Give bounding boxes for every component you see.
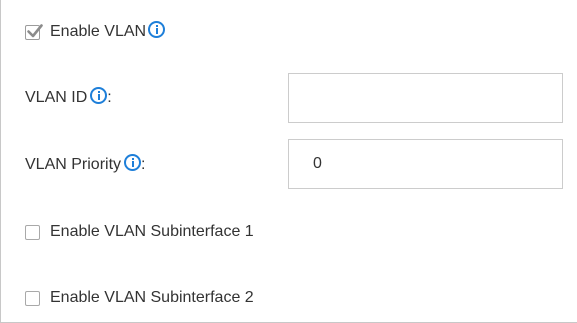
info-circle-icon[interactable] xyxy=(124,153,142,171)
enable-vlan-checkbox[interactable] xyxy=(25,23,43,40)
vlan-id-row: VLAN ID : xyxy=(25,86,112,108)
vlan-subinterface-2-row: Enable VLAN Subinterface 2 xyxy=(25,288,254,308)
vlan-subinterface-1-checkbox[interactable] xyxy=(25,224,40,240)
vlan-subinterface-1-row: Enable VLAN Subinterface 1 xyxy=(25,222,254,242)
enable-vlan-row: Enable VLAN xyxy=(25,20,166,42)
vlan-id-input[interactable] xyxy=(288,73,563,123)
check-icon xyxy=(27,23,43,37)
info-circle-icon[interactable] xyxy=(90,86,108,104)
vlan-id-label: VLAN ID xyxy=(25,89,88,106)
vlan-id-colon: : xyxy=(107,89,112,106)
vlan-subinterface-1-label: Enable VLAN Subinterface 1 xyxy=(50,223,254,240)
vlan-priority-colon: : xyxy=(141,156,146,173)
vlan-priority-row: VLAN Priority : xyxy=(25,153,146,175)
enable-vlan-label: Enable VLAN xyxy=(50,23,147,40)
vlan-priority-input[interactable] xyxy=(288,139,563,189)
vlan-subinterface-2-checkbox[interactable] xyxy=(25,290,40,306)
info-circle-icon[interactable] xyxy=(148,20,166,38)
vlan-settings-panel: Enable VLAN VLAN ID : VLAN Priority : En… xyxy=(0,0,577,323)
vlan-subinterface-2-label: Enable VLAN Subinterface 2 xyxy=(50,289,254,306)
vlan-priority-label: VLAN Priority xyxy=(25,156,122,173)
